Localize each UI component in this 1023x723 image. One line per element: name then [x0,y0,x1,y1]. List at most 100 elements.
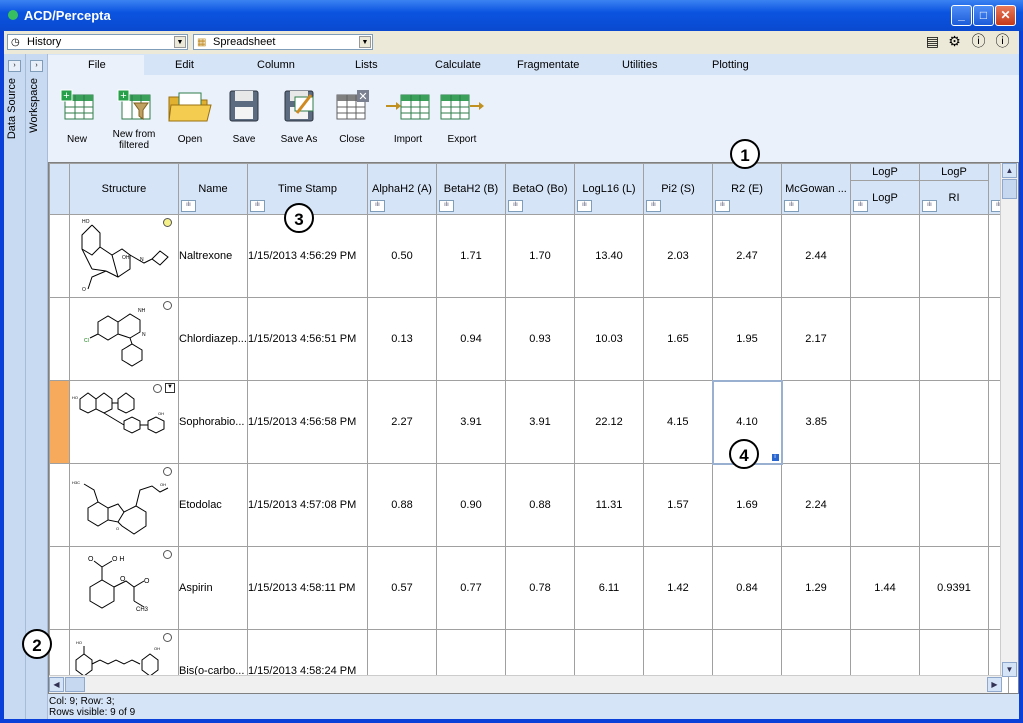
tab-utilities[interactable]: Utilities [622,59,657,71]
chevron-down-icon[interactable]: ▼ [359,36,371,48]
status-circle-icon[interactable] [163,467,172,476]
logp-cell[interactable] [850,214,920,298]
mcgowan-cell[interactable]: 1.29 [781,546,851,630]
logl16-cell[interactable]: 11.31 [574,463,644,547]
betah2-cell[interactable]: 0.94 [436,297,506,381]
alphah2-cell[interactable]: 0.50 [367,214,437,298]
status-circle-icon[interactable] [153,384,162,393]
betah2-cell[interactable]: 0.90 [436,463,506,547]
new-from-filtered-button[interactable]: + New from filtered [106,89,162,151]
timestamp-cell[interactable]: 1/15/2013 4:58:11 PM [247,546,368,630]
name-cell[interactable]: Etodolac [178,463,248,547]
ri-cell[interactable] [919,463,989,547]
logp-cell[interactable] [850,297,920,381]
vertical-scroll-thumb[interactable] [1002,179,1017,199]
timestamp-cell[interactable]: 1/15/2013 4:56:51 PM [247,297,368,381]
name-cell[interactable]: Sophorabio... [178,380,248,464]
column-header-ri[interactable]: RI ılı [919,180,989,215]
column-header-logl16[interactable]: LogL16 (L) ılı [574,163,644,215]
betao-cell[interactable]: 0.93 [505,297,575,381]
scroll-down-icon[interactable]: ▼ [1002,662,1017,677]
column-filter-icon[interactable]: ılı [370,200,385,212]
calculator-icon[interactable]: ▤ [924,33,941,50]
column-header-betah2[interactable]: BetaH2 (B) ılı [436,163,506,215]
alphah2-cell[interactable]: 0.13 [367,297,437,381]
pi2-cell[interactable]: 1.65 [643,297,713,381]
view-combo[interactable]: ▦ Spreadsheet ▼ [193,34,373,50]
betao-cell[interactable]: 1.70 [505,214,575,298]
column-filter-icon[interactable]: ılı [439,200,454,212]
data-source-sidebar[interactable]: › Data Source [4,54,26,719]
table-row[interactable]: H3C OH O Etodolac 1/15/2013 4:57:08 PM 0.8… [49,463,1009,547]
save-button[interactable]: Save [224,89,264,145]
timestamp-cell[interactable]: 1/15/2013 4:57:08 PM [247,463,368,547]
logl16-cell[interactable]: 10.03 [574,297,644,381]
structure-cell[interactable]: O O H O O CH3 [69,546,179,630]
row-header[interactable] [49,463,70,547]
ri-cell[interactable] [919,380,989,464]
tab-lists[interactable]: Lists [355,59,378,71]
mcgowan-cell[interactable]: 2.17 [781,297,851,381]
alphah2-cell[interactable]: 0.57 [367,546,437,630]
info-icon[interactable]: ⓘ [994,33,1011,50]
column-header-alphah2[interactable]: AlphaH2 (A) ılı [367,163,437,215]
structure-cell[interactable]: H3C OH O [69,463,179,547]
alphah2-cell[interactable]: 2.27 [367,380,437,464]
table-row[interactable]: O O H O O CH3 Aspirin 1/15/2013 4:58:11 PM 0… [49,546,1009,630]
row-header[interactable] [49,297,70,381]
row-header[interactable] [49,546,70,630]
maximize-button[interactable]: □ [973,5,994,26]
table-row[interactable]: Cl NH N Chlordiazep... 1/15/2013 4:56:51 P… [49,297,1009,381]
row-header[interactable] [49,214,70,298]
logp-cell[interactable]: 1.44 [850,546,920,630]
r2-cell[interactable]: 1.95 [712,297,782,381]
tab-calculate[interactable]: Calculate [435,59,481,71]
history-combo[interactable]: ◷ History ▼ [7,34,188,50]
pi2-cell[interactable]: 2.03 [643,214,713,298]
column-filter-icon[interactable]: ılı [181,200,196,212]
column-filter-icon[interactable]: ılı [250,200,265,212]
column-filter-icon[interactable]: ılı [715,200,730,212]
mcgowan-cell[interactable]: 3.85 [781,380,851,464]
gear-icon[interactable]: ⚙ [946,33,963,50]
betah2-cell[interactable]: 3.91 [436,380,506,464]
pi2-cell[interactable]: 4.15 [643,380,713,464]
new-button[interactable]: + New [56,89,98,145]
horizontal-scrollbar[interactable]: ◀ ▶ [49,675,1002,693]
column-filter-icon[interactable]: ılı [853,200,868,212]
name-cell[interactable]: Naltrexone [178,214,248,298]
tab-plotting[interactable]: Plotting [712,59,749,71]
structure-cell[interactable]: HO OH ▼ [69,380,179,464]
logl16-cell[interactable]: 6.11 [574,546,644,630]
save-as-button[interactable]: Save As [276,89,322,145]
tab-file[interactable]: File [88,59,106,71]
minimize-button[interactable]: _ [951,5,972,26]
tab-fragmentate[interactable]: Fragmentate [517,59,579,71]
help-icon[interactable]: ⓘ [970,33,987,50]
table-row[interactable]: HO OH N O Naltrexone 1/15/2013 4:56:29 PM 0… [49,214,1009,298]
scroll-left-icon[interactable]: ◀ [49,677,64,692]
mcgowan-cell[interactable]: 2.44 [781,214,851,298]
ri-cell[interactable]: 0.9391 [919,546,989,630]
column-header-logp[interactable]: LogP ılı [850,180,920,215]
column-header-pi2[interactable]: Pi2 (S) ılı [643,163,713,215]
betao-cell[interactable]: 3.91 [505,380,575,464]
r2-cell[interactable]: 0.84 [712,546,782,630]
horizontal-scroll-thumb[interactable] [65,677,85,692]
name-cell[interactable]: Aspirin [178,546,248,630]
status-circle-icon[interactable] [163,633,172,642]
row-header-selected[interactable] [49,380,70,464]
column-header-betao[interactable]: BetaO (Bo) ılı [505,163,575,215]
betao-cell[interactable]: 0.88 [505,463,575,547]
structure-cell[interactable]: HO OH N O [69,214,179,298]
expand-icon[interactable]: › [30,60,43,72]
column-filter-icon[interactable]: ılı [922,200,937,212]
timestamp-cell[interactable]: 1/15/2013 4:56:58 PM [247,380,368,464]
logl16-cell[interactable]: 13.40 [574,214,644,298]
status-circle-icon[interactable] [163,301,172,310]
open-button[interactable]: Open [166,89,214,145]
pi2-cell[interactable]: 1.42 [643,546,713,630]
column-filter-icon[interactable]: ılı [784,200,799,212]
betah2-cell[interactable]: 0.77 [436,546,506,630]
column-header-name[interactable]: Name ılı [178,163,248,215]
